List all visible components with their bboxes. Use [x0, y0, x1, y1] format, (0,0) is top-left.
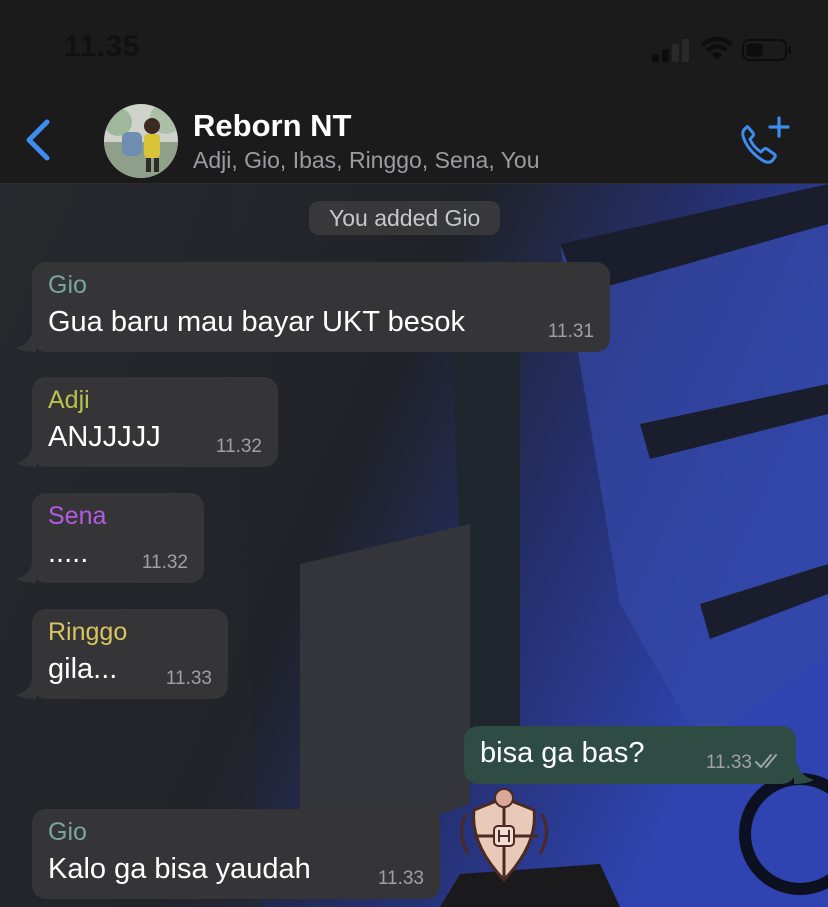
message-bubble[interactable]: Sena ..... 11.32 [32, 493, 204, 583]
chat-title[interactable]: Reborn NT [193, 108, 351, 144]
message-time: 11.31 [547, 321, 594, 342]
add-call-icon[interactable] [734, 114, 794, 168]
system-message: You added Gio [309, 201, 501, 235]
message-text: ..... [48, 537, 89, 569]
message-sender[interactable]: Adji [48, 386, 90, 415]
outgoing-message-bubble[interactable]: bisa ga bas? 11.33 [464, 726, 796, 784]
bubble-tail [16, 332, 36, 352]
message-text: ANJJJJJ [48, 421, 161, 453]
message-sender[interactable]: Sena [48, 502, 106, 531]
bubble-tail [794, 764, 814, 784]
message-text: Gua baru mau bayar UKT besok [48, 306, 465, 338]
crest-sticker[interactable] [452, 784, 556, 894]
back-chevron-icon[interactable] [20, 116, 56, 164]
bubble-tail [16, 679, 36, 699]
message-sender[interactable]: Gio [48, 818, 87, 847]
chat-members-list[interactable]: Adji, Gio, Ibas, Ringgo, Sena, You [193, 147, 540, 174]
message-time: 11.32 [215, 436, 262, 457]
message-time: 11.33 [165, 668, 212, 689]
message-sender[interactable]: Gio [48, 271, 87, 300]
message-bubble[interactable]: Adji ANJJJJJ 11.32 [32, 377, 278, 467]
message-bubble[interactable]: Gio Gua baru mau bayar UKT besok 11.31 [32, 262, 610, 352]
bubble-tail [16, 447, 36, 467]
wifi-icon [701, 36, 733, 60]
message-text: bisa ga bas? [480, 737, 645, 769]
message-time: 11.32 [141, 552, 188, 573]
message-bubble[interactable]: Gio Kalo ga bisa yaudah 11.33 [32, 809, 440, 899]
message-sender[interactable]: Ringgo [48, 618, 127, 647]
battery-icon [742, 39, 791, 61]
message-time: 11.33 [705, 752, 752, 773]
read-receipt-icon [755, 754, 777, 768]
message-text: Kalo ga bisa yaudah [48, 853, 311, 885]
message-bubble[interactable]: Ringgo gila... 11.33 [32, 609, 228, 699]
message-time: 11.33 [377, 868, 424, 889]
bubble-tail [16, 563, 36, 583]
cellular-signal-icon [652, 38, 692, 62]
status-time: 11.35 [64, 30, 140, 63]
message-text: gila... [48, 653, 118, 685]
chat-header: Reborn NT Adji, Gio, Ibas, Ringgo, Sena,… [0, 96, 828, 184]
chat-area[interactable]: You added Gio Gio Gua baru mau bayar UKT… [0, 184, 828, 907]
group-avatar[interactable] [104, 104, 178, 178]
status-bar: 11.35 [0, 0, 828, 96]
